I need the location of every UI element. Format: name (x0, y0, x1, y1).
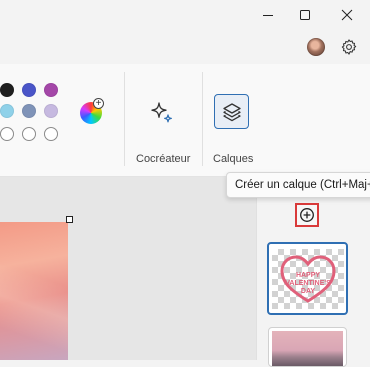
layers-label: Calques (213, 153, 254, 165)
color-swatch[interactable] (0, 83, 14, 97)
cocreator-button[interactable] (146, 98, 176, 128)
ribbon: + Cocréateur Calques (0, 64, 370, 177)
color-swatch[interactable] (0, 127, 14, 141)
layers-icon (222, 102, 241, 121)
layer-thumbnail-background[interactable] (268, 327, 347, 367)
account-bar (0, 30, 370, 64)
color-swatch[interactable] (0, 104, 14, 118)
color-swatch[interactable] (44, 83, 58, 97)
add-color-icon[interactable]: + (93, 98, 104, 109)
add-layer-button[interactable] (295, 203, 319, 227)
maximize-button[interactable] (282, 0, 328, 30)
layers-button[interactable] (214, 94, 249, 129)
color-swatch[interactable] (44, 127, 58, 141)
color-swatch[interactable] (22, 127, 36, 141)
transparency-checkerboard: HAPPY VALENTINE'S DAY (271, 248, 344, 309)
avatar[interactable] (307, 38, 325, 56)
color-swatch[interactable] (22, 83, 36, 97)
canvas-workspace[interactable] (0, 177, 256, 360)
color-swatch[interactable] (22, 104, 36, 118)
minimize-icon (263, 15, 273, 16)
sparkle-icon (151, 102, 172, 123)
close-icon (341, 9, 353, 21)
settings-button[interactable] (338, 36, 360, 58)
separator (124, 72, 125, 166)
resize-handle[interactable] (66, 216, 73, 223)
layer-thumbnail-selected[interactable]: HAPPY VALENTINE'S DAY (267, 242, 348, 315)
gear-icon (341, 39, 357, 55)
title-bar (0, 0, 370, 30)
canvas-image[interactable] (0, 222, 68, 360)
cocreator-label: Cocréateur (136, 153, 191, 165)
separator (202, 72, 203, 166)
close-button[interactable] (324, 0, 370, 30)
maximize-icon (300, 10, 310, 20)
valentine-graphic: HAPPY VALENTINE'S DAY (279, 254, 336, 303)
add-circle-icon (300, 208, 314, 222)
tooltip: Créer un calque (Ctrl+Maj+N) (226, 172, 370, 198)
background-image (272, 331, 343, 366)
color-swatch[interactable] (44, 104, 58, 118)
